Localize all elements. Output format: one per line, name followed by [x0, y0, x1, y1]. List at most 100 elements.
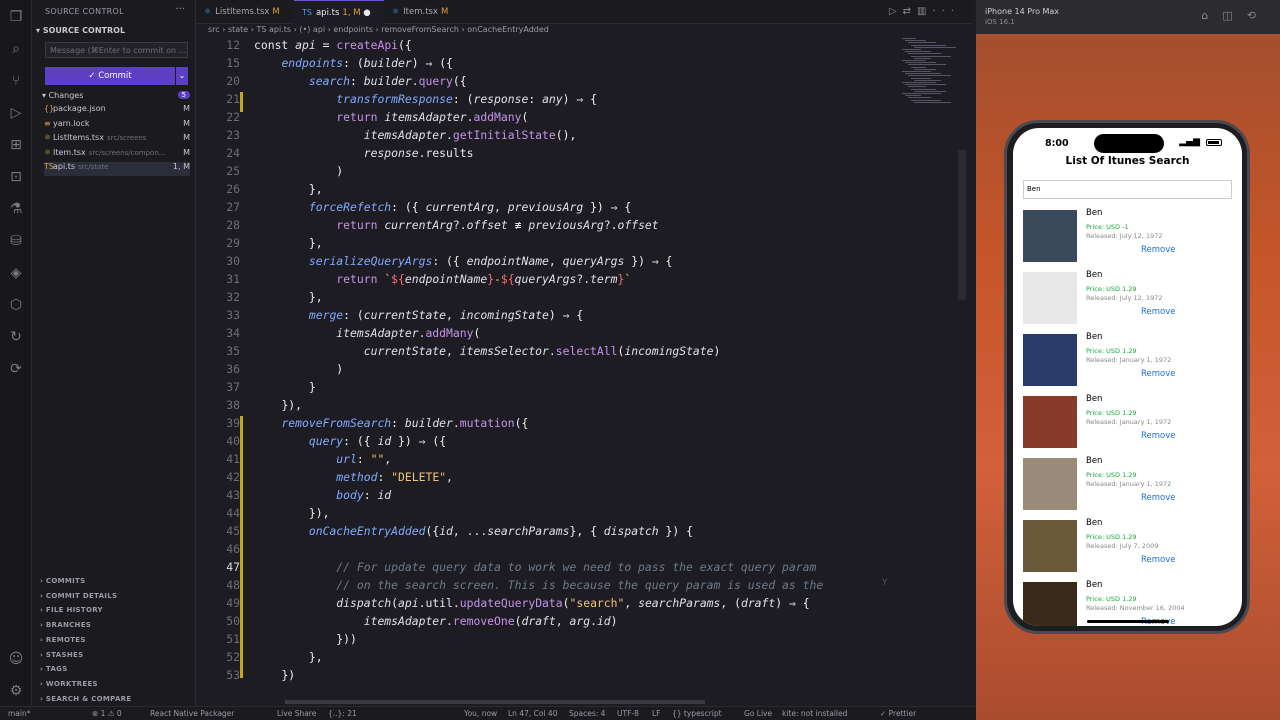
screenshot-icon[interactable]: ◫: [1222, 9, 1246, 22]
commit-dropdown-icon[interactable]: ⌄: [176, 67, 188, 85]
breadcrumb[interactable]: src › state › TS api.ts › (•) api › endp…: [208, 25, 549, 34]
manage-gear-icon[interactable]: ⚙: [7, 682, 25, 700]
settings-sync-icon[interactable]: ⟳: [7, 360, 25, 378]
tab-item[interactable]: ⚛ Item.tsx M: [384, 0, 464, 24]
minimap-line: [911, 66, 926, 68]
live-share-icon[interactable]: ↻: [7, 328, 25, 346]
go-live-button[interactable]: Go Live: [744, 709, 772, 718]
minimap-line: [905, 40, 926, 42]
tab-listitems[interactable]: ⚛ ListItems.tsx M: [196, 0, 294, 24]
minimap-line: [902, 38, 916, 39]
line-number: 37: [226, 380, 240, 394]
code-line: },: [308, 650, 323, 664]
git-icon[interactable]: ◈: [7, 264, 25, 282]
typescript-icon: TS: [302, 8, 312, 17]
code-line: },: [308, 236, 323, 250]
search-icon[interactable]: ⌕: [7, 40, 25, 58]
sidebar-section-commits[interactable]: › COMMITS: [40, 577, 85, 585]
simulator-controls[interactable]: ⌂◫⟲: [1201, 9, 1270, 22]
testing-icon[interactable]: ⚗: [7, 200, 25, 218]
commit-message-input[interactable]: Message (⌘Enter to commit on ...: [45, 42, 188, 58]
minimap[interactable]: [898, 38, 960, 108]
changed-file-item[interactable]: ≡ yarn.lock M: [44, 119, 190, 133]
source-control-header[interactable]: ▾ SOURCE CONTROL: [36, 26, 125, 35]
changed-file-item[interactable]: {}package.json M: [44, 104, 190, 118]
more-actions-icon[interactable]: ···: [175, 4, 185, 15]
phone-screen: 8:00 ▂▄▆ List Of Itunes Search Ben Ben P…: [1013, 128, 1242, 626]
branch-indicator[interactable]: main*: [8, 709, 31, 718]
changed-file-item[interactable]: ⚛ ListItems.tsx src/screens M: [44, 133, 190, 147]
remove-button[interactable]: Remove: [1141, 245, 1176, 255]
line-number: 45: [226, 524, 240, 538]
compare-icon[interactable]: ⇄: [903, 6, 917, 17]
changed-file-item[interactable]: TSapi.ts src/state 1, M: [44, 162, 190, 177]
changes-label: Changes: [48, 91, 84, 100]
split-editor-icon[interactable]: ▥: [917, 6, 932, 17]
encoding[interactable]: UTF-8: [617, 709, 639, 718]
minimap-line: [905, 62, 936, 64]
section-label: SEARCH & COMPARE: [45, 694, 132, 703]
packager-status[interactable]: React Native Packager: [150, 709, 234, 718]
search-input[interactable]: Ben: [1023, 180, 1232, 199]
docker-icon[interactable]: ⬡: [7, 296, 25, 314]
remove-button[interactable]: Remove: [1141, 431, 1176, 441]
section-label: STASHES: [45, 650, 84, 659]
changed-file-item[interactable]: ⚛ Item.tsx src/screens/compon... M: [44, 148, 190, 162]
cursor-position[interactable]: Ln 47, Col 40: [508, 709, 557, 718]
remove-button[interactable]: Remove: [1141, 555, 1176, 565]
home-icon[interactable]: ⌂: [1201, 9, 1222, 22]
remote-icon[interactable]: ⊡: [7, 168, 25, 186]
sidebar-section-commit-details[interactable]: › COMMIT DETAILS: [40, 592, 117, 600]
selection-indicator[interactable]: {..}: 21: [328, 709, 357, 718]
code-line: })): [336, 632, 357, 646]
commit-button[interactable]: ✓ Commit: [45, 67, 175, 85]
line-ending[interactable]: LF: [652, 709, 661, 718]
home-indicator[interactable]: [1087, 620, 1169, 623]
more-icon[interactable]: ···: [932, 6, 960, 17]
git-blame[interactable]: You, now: [464, 709, 497, 718]
search-result-item: Ben Price: USD 1.29 Released: January 1,…: [1023, 392, 1233, 448]
source-control-icon[interactable]: ⑂: [7, 72, 25, 90]
sidebar-section-remotes[interactable]: › REMOTES: [40, 636, 86, 644]
run-debug-icon[interactable]: ▷: [7, 104, 25, 122]
tab-api[interactable]: TS api.ts 1, M ●: [294, 0, 384, 24]
tab-label: ListItems.tsx: [215, 7, 270, 17]
prettier-status[interactable]: ✓ Prettier: [880, 709, 916, 718]
code-editor[interactable]: const api = createApi({ endpoints: (buil…: [196, 38, 972, 698]
line-number: 47: [226, 560, 240, 574]
code-line: search: builder.query({: [308, 74, 467, 88]
kite-status[interactable]: kite: not installed: [782, 709, 847, 718]
code-line: // For update query data to work we need…: [336, 560, 817, 574]
line-number: 24: [226, 146, 240, 160]
unsaved-dot-icon[interactable]: ●: [363, 8, 370, 18]
run-icon[interactable]: ▷: [889, 6, 903, 17]
sidebar-section-file-history[interactable]: › FILE HISTORY: [40, 606, 103, 614]
horizontal-scrollbar[interactable]: [285, 700, 705, 704]
simulator-titlebar: iPhone 14 Pro Max iOS 16.1 ⌂◫⟲: [976, 0, 1280, 34]
remove-button[interactable]: Remove: [1141, 369, 1176, 379]
react-icon: ⚛: [392, 7, 400, 16]
device-name: iPhone 14 Pro Max: [985, 7, 1060, 16]
live-share-button[interactable]: Live Share: [277, 709, 316, 718]
database-icon[interactable]: ⛁: [7, 232, 25, 250]
problems-indicator[interactable]: ⊗ 1 ⚠ 0: [92, 709, 122, 718]
vertical-scrollbar[interactable]: [958, 150, 966, 300]
files-icon[interactable]: ❐: [7, 8, 25, 26]
react-icon: ⚛: [204, 7, 212, 16]
sidebar-section-stashes[interactable]: › STASHES: [40, 651, 83, 659]
editor-actions[interactable]: ▷⇄▥···: [889, 6, 960, 17]
sidebar-section-search-compare[interactable]: › SEARCH & COMPARE: [40, 695, 131, 703]
rotate-icon[interactable]: ⟲: [1247, 9, 1270, 22]
sidebar-section-tags[interactable]: › TAGS: [40, 665, 68, 673]
sidebar-section-worktrees[interactable]: › WORKTREES: [40, 680, 98, 688]
indentation[interactable]: Spaces: 4: [569, 709, 605, 718]
extensions-icon[interactable]: ⊞: [7, 136, 25, 154]
account-icon[interactable]: ☺: [7, 650, 25, 668]
remove-button[interactable]: Remove: [1141, 493, 1176, 503]
sidebar-section-branches[interactable]: › BRANCHES: [40, 621, 91, 629]
language-mode[interactable]: {} typescript: [672, 709, 722, 718]
release-date: Released: November 16, 2004: [1086, 604, 1185, 612]
changes-header[interactable]: ▾ Changes 5: [42, 91, 190, 100]
remove-button[interactable]: Remove: [1141, 307, 1176, 317]
inline-hint: Y: [882, 578, 888, 588]
